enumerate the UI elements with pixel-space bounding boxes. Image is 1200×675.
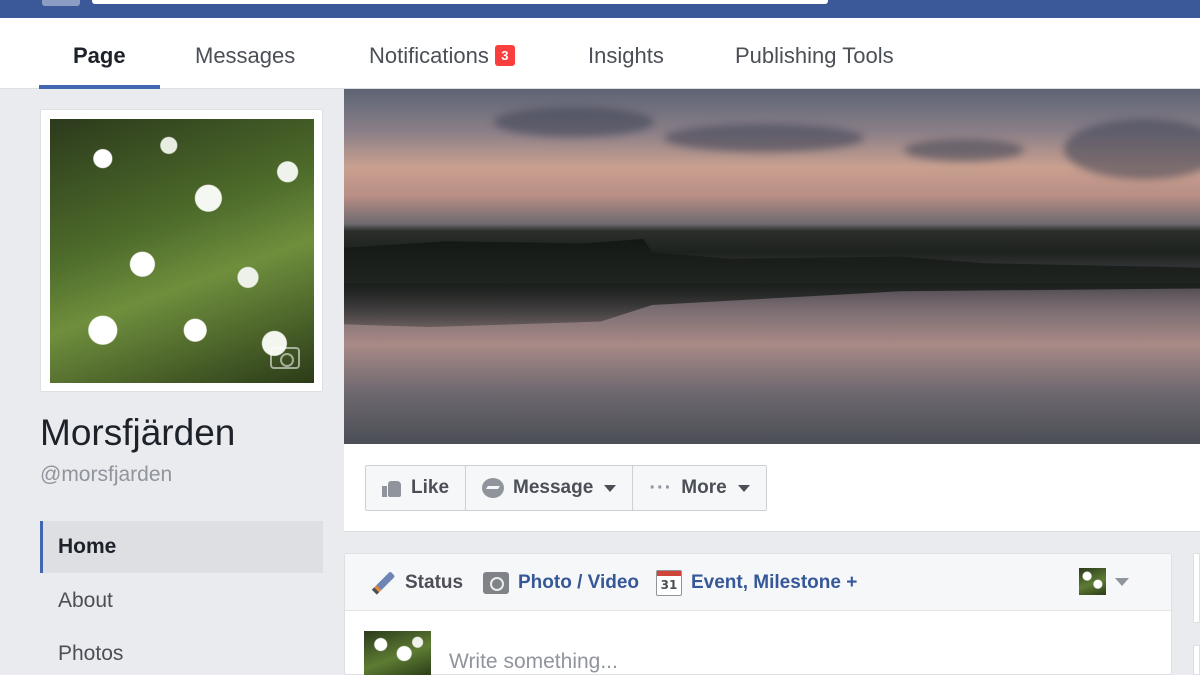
tab-insights-label: Insights [588,43,664,68]
leftnav-item-about[interactable]: About [40,575,323,627]
leftnav-item-label: Home [58,535,117,558]
composer-tab-label: Status [405,571,464,593]
page-action-bar: Like Message ··· More [344,444,1200,532]
cover-cloud [1064,119,1200,179]
leftnav-item-label: About [58,589,113,612]
right-column-card [1193,645,1200,675]
chevron-down-icon [604,484,617,492]
cover-cloud [494,107,654,137]
right-column-card [1193,553,1200,623]
post-as-selector[interactable] [1079,568,1129,595]
composer-tab-event[interactable]: 31 Event, Milestone + [656,554,857,611]
cover-treeline [344,239,1200,283]
like-button[interactable]: Like [366,466,467,510]
tab-notifications[interactable]: Notifications 3 [369,18,515,89]
message-button-label: Message [513,477,594,498]
composer-avatar [364,631,431,675]
page-name: Morsfjärden [40,412,236,453]
message-icon [482,478,505,498]
more-button[interactable]: ··· More [633,466,765,510]
more-button-label: More [681,477,727,498]
message-button[interactable]: Message [466,466,634,510]
page-avatar-small [1079,568,1106,595]
tab-notifications-label: Notifications [369,43,489,68]
leftnav-item-photos[interactable]: Photos [40,628,323,675]
calendar-icon: 31 [656,569,682,596]
post-composer: Status Photo / Video 31 Event, Milestone… [344,553,1172,675]
composer-tab-photo-video[interactable]: Photo / Video [483,554,639,611]
camera-overlay-icon[interactable] [270,347,300,369]
search-input[interactable] [92,0,828,4]
like-icon [382,479,402,497]
tab-publishing-tools[interactable]: Publishing Tools [735,18,894,89]
profile-picture-frame[interactable] [40,109,323,392]
composer-tabs: Status Photo / Video 31 Event, Milestone… [345,554,1171,611]
tab-insights[interactable]: Insights [588,18,664,89]
composer-tab-label: Photo / Video [518,571,640,593]
leftnav-item-label: Photos [58,642,124,665]
facebook-logo-icon[interactable] [42,0,80,6]
cover-cloud [664,124,864,152]
chevron-down-icon [1115,577,1129,586]
cover-reflection [344,283,1200,327]
chevron-down-icon [737,484,750,492]
leftnav-item-home[interactable]: Home [40,521,323,573]
tab-publishing-tools-label: Publishing Tools [735,43,894,68]
tab-page[interactable]: Page [39,18,159,89]
tab-page-label: Page [73,43,126,68]
camera-icon [483,571,509,594]
top-navbar [0,0,1200,18]
pencil-icon [370,570,396,596]
composer-tab-status[interactable]: Status [370,554,463,611]
cover-photo[interactable] [344,89,1200,444]
tab-messages[interactable]: Messages [195,18,295,89]
notification-count-badge: 3 [494,45,515,66]
page-handle[interactable]: @morsfjarden [40,463,172,487]
page-tab-bar: Page Messages Notifications 3 Insights Pu… [0,18,1200,89]
cover-cloud [904,139,1024,161]
like-button-label: Like [411,477,450,498]
profile-picture[interactable] [50,119,314,383]
composer-input[interactable] [449,646,1129,675]
more-dots-icon: ··· [649,477,673,499]
composer-tab-label: Event, Milestone + [691,571,858,593]
action-button-group: Like Message ··· More [365,465,767,511]
tab-messages-label: Messages [195,43,296,68]
